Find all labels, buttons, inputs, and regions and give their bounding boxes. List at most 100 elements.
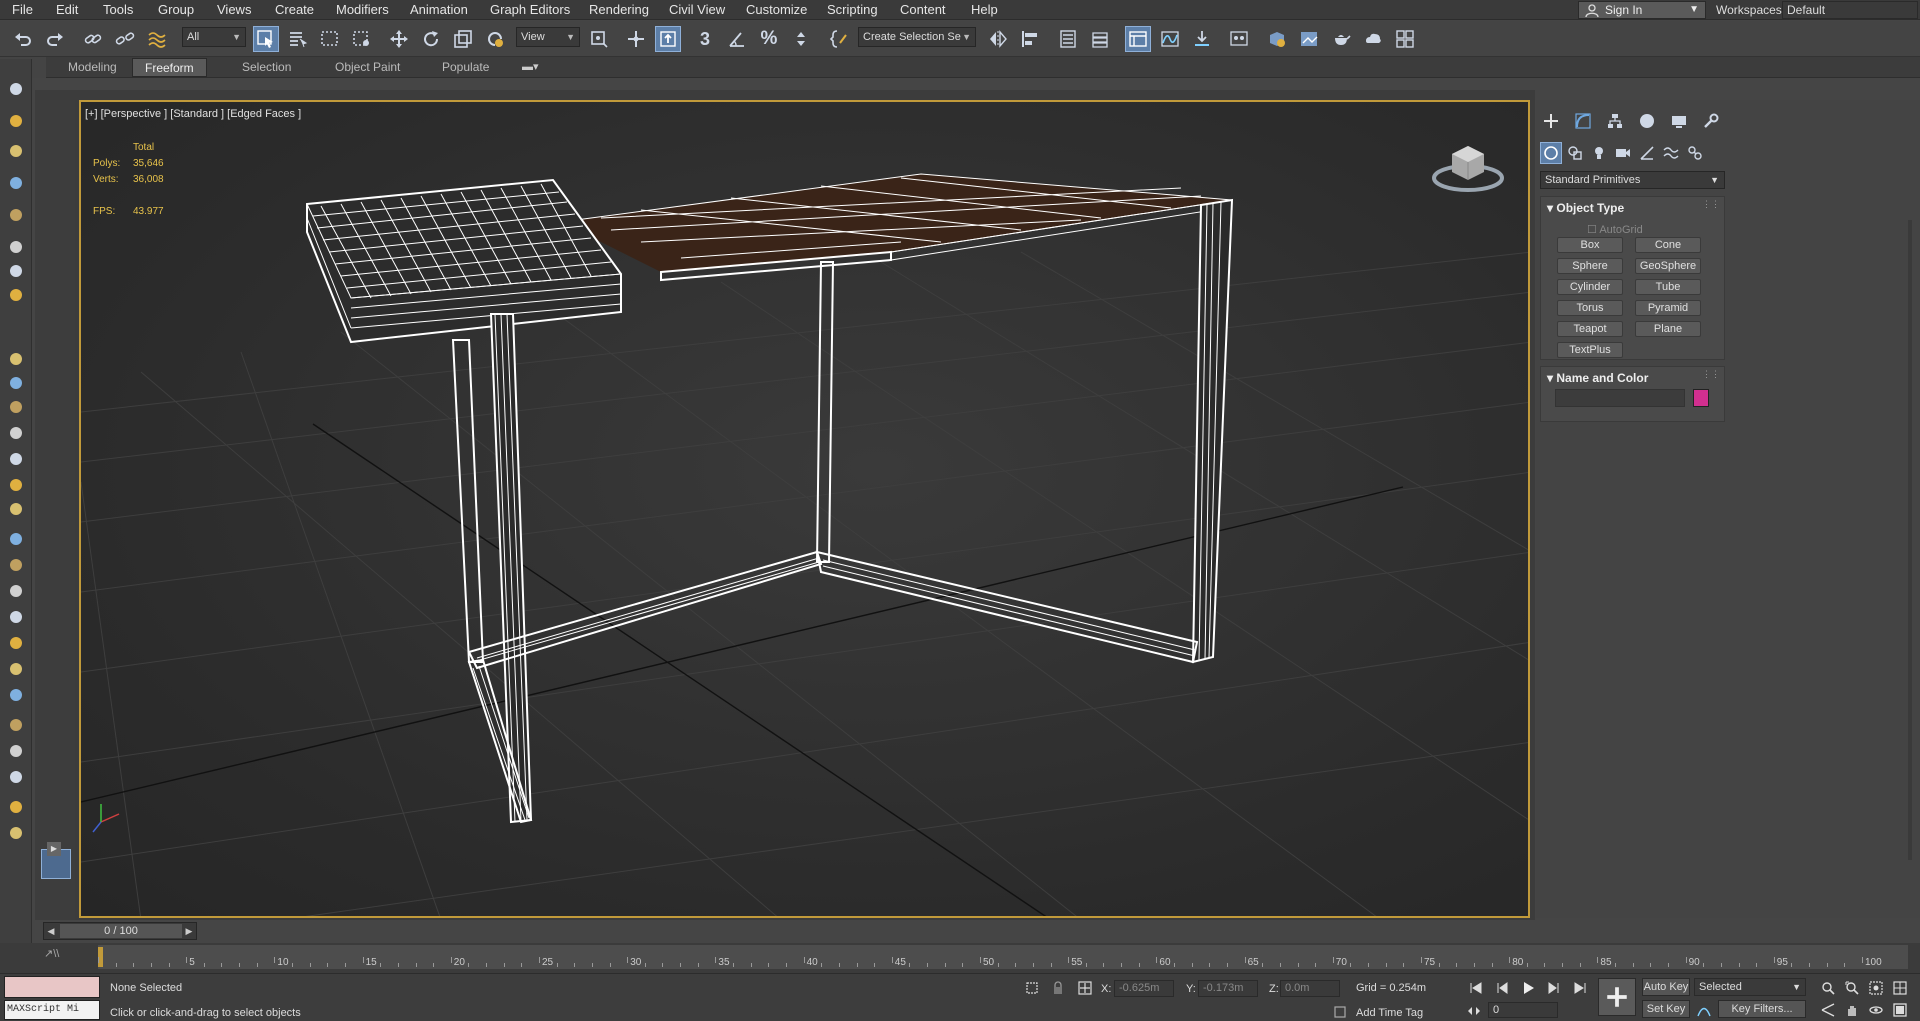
menu-content[interactable]: Content bbox=[900, 2, 946, 17]
tube-button[interactable]: Tube bbox=[1635, 279, 1701, 295]
bone-tool-button[interactable] bbox=[4, 683, 28, 707]
textplus-button[interactable]: TextPlus bbox=[1557, 342, 1623, 358]
keyboard-shortcut-override-button[interactable] bbox=[655, 26, 681, 52]
sphere-tool-button[interactable] bbox=[4, 497, 28, 521]
category-cameras[interactable] bbox=[1612, 142, 1634, 164]
next-frame-icon[interactable]: ▶ bbox=[182, 923, 196, 939]
default-in-out-tangents-button[interactable] bbox=[1692, 1000, 1716, 1020]
render-setup-button[interactable] bbox=[1264, 26, 1290, 52]
next-frame-button[interactable] bbox=[1542, 978, 1566, 998]
light-tool-button[interactable] bbox=[4, 203, 28, 227]
unlink-selection-button[interactable] bbox=[112, 26, 138, 52]
tab-motion[interactable] bbox=[1636, 110, 1658, 132]
tab-modify[interactable] bbox=[1572, 110, 1594, 132]
time-slider[interactable]: ◀ 0 / 100 ▶ bbox=[43, 922, 197, 940]
workspace-select[interactable]: Default bbox=[1782, 1, 1918, 19]
hair-tool-button[interactable] bbox=[4, 657, 28, 681]
auto-key-button[interactable]: Auto Key bbox=[1642, 978, 1690, 996]
spinner-snap-toggle-button[interactable] bbox=[788, 26, 814, 52]
maxscript-mini-listener[interactable]: MAXScript Mi bbox=[4, 1000, 100, 1020]
schematic-view-button[interactable] bbox=[1189, 26, 1215, 52]
select-and-move-button[interactable] bbox=[386, 26, 412, 52]
box-tool-button[interactable] bbox=[4, 347, 28, 371]
percent-snap-toggle-button[interactable]: % bbox=[756, 26, 782, 52]
category-helpers[interactable] bbox=[1636, 142, 1658, 164]
x-coordinate-field[interactable]: -0.625m bbox=[1114, 980, 1174, 997]
menu-edit[interactable]: Edit bbox=[56, 2, 78, 17]
tab-modeling[interactable]: Modeling bbox=[56, 58, 129, 77]
mini-curve-editor-icon[interactable]: ↗\\ bbox=[44, 947, 84, 967]
y-coordinate-field[interactable]: -0.173m bbox=[1198, 980, 1258, 997]
modifier-tool-button[interactable] bbox=[4, 259, 28, 283]
tab-utilities[interactable] bbox=[1700, 110, 1722, 132]
undo-button[interactable] bbox=[10, 26, 36, 52]
select-and-link-button[interactable] bbox=[80, 26, 106, 52]
rendered-frame-window-button[interactable] bbox=[1296, 26, 1322, 52]
hemisphere-tool-button[interactable] bbox=[4, 371, 28, 395]
torus-button[interactable]: Torus bbox=[1557, 300, 1623, 316]
bind-to-space-warp-button[interactable] bbox=[144, 26, 170, 52]
plant-tool-button[interactable] bbox=[4, 631, 28, 655]
tab-selection[interactable]: Selection bbox=[230, 58, 303, 77]
layer-tool-button[interactable] bbox=[4, 139, 28, 163]
media-tool-button[interactable] bbox=[4, 765, 28, 789]
snaps-toggle-button[interactable]: 3 bbox=[692, 26, 718, 52]
set-keys-button[interactable] bbox=[1598, 978, 1636, 1016]
toggle-layer-explorer-button[interactable] bbox=[1087, 26, 1113, 52]
help-tool-button[interactable] bbox=[4, 821, 28, 845]
tab-object-paint[interactable]: Object Paint bbox=[323, 58, 412, 77]
teapot-button[interactable]: Teapot bbox=[1557, 321, 1623, 337]
select-and-rotate-button[interactable] bbox=[418, 26, 444, 52]
menu-rendering[interactable]: Rendering bbox=[589, 2, 649, 17]
menu-civil-view[interactable]: Civil View bbox=[669, 2, 725, 17]
command-panel-scrollbar[interactable] bbox=[1908, 220, 1912, 860]
expand-layout-icon[interactable]: ▶ bbox=[47, 842, 61, 856]
pan-view-button[interactable] bbox=[1840, 1000, 1864, 1020]
category-shapes[interactable] bbox=[1564, 142, 1586, 164]
z-coordinate-field[interactable]: 0.0m bbox=[1280, 980, 1340, 997]
curve-editor-button[interactable] bbox=[1157, 26, 1183, 52]
current-frame-field[interactable]: 0 bbox=[1488, 1002, 1558, 1018]
render-production-button[interactable] bbox=[1328, 26, 1354, 52]
redo-button[interactable] bbox=[42, 26, 68, 52]
tab-populate[interactable]: Populate bbox=[430, 58, 501, 77]
helper-tool-button[interactable] bbox=[4, 579, 28, 603]
select-and-place-button[interactable] bbox=[482, 26, 508, 52]
zoom-all-button[interactable] bbox=[1840, 978, 1864, 998]
menu-help[interactable]: Help bbox=[971, 2, 998, 17]
primitive-category-select[interactable]: Standard Primitives ▼ bbox=[1540, 171, 1725, 189]
go-to-start-button[interactable] bbox=[1464, 978, 1488, 998]
menu-group[interactable]: Group bbox=[158, 2, 194, 17]
previous-frame-button[interactable] bbox=[1490, 978, 1514, 998]
autogrid-checkbox[interactable]: ☐ AutoGrid bbox=[1587, 223, 1643, 236]
rollout-grip-icon[interactable]: ⋮⋮ bbox=[1702, 199, 1720, 210]
geosphere-button[interactable]: GeoSphere bbox=[1635, 258, 1701, 274]
isolate-selection-button[interactable] bbox=[1020, 978, 1044, 998]
ribbon-options-icon[interactable]: ▬▾ bbox=[522, 60, 539, 73]
tab-freeform[interactable]: Freeform bbox=[132, 58, 207, 77]
previous-frame-icon[interactable]: ◀ bbox=[44, 923, 58, 939]
key-mode-toggle-button[interactable] bbox=[1462, 1001, 1486, 1021]
zoom-button[interactable] bbox=[1816, 978, 1840, 998]
sign-in-button[interactable]: Sign In ▼ bbox=[1578, 1, 1706, 19]
reference-coordinate-select[interactable]: View ▼ bbox=[516, 27, 580, 47]
pyramid-button[interactable]: Pyramid bbox=[1635, 300, 1701, 316]
camera-tool-button[interactable] bbox=[4, 235, 28, 259]
sphere-tool-button[interactable] bbox=[4, 395, 28, 419]
zoom-extents-button[interactable] bbox=[1864, 978, 1888, 998]
menu-modifiers[interactable]: Modifiers bbox=[336, 2, 389, 17]
time-tag-icon[interactable] bbox=[1328, 1002, 1352, 1021]
rollout-grip-icon[interactable]: ⋮⋮ bbox=[1702, 369, 1720, 380]
scene-tool-button[interactable] bbox=[4, 171, 28, 195]
molecule-tool-button[interactable] bbox=[4, 553, 28, 577]
edit-named-selection-sets-button[interactable] bbox=[826, 26, 852, 52]
set-key-button[interactable]: Set Key bbox=[1642, 1000, 1690, 1018]
object-name-field[interactable] bbox=[1555, 389, 1685, 407]
gear-tool-button[interactable] bbox=[4, 605, 28, 629]
maxscript-listener-output[interactable] bbox=[4, 976, 100, 998]
time-slider-frame[interactable]: 0 / 100 bbox=[60, 924, 182, 938]
teapot-tool-button[interactable] bbox=[4, 77, 28, 101]
select-and-manipulate-button[interactable] bbox=[623, 26, 649, 52]
use-pivot-center-button[interactable] bbox=[586, 26, 612, 52]
angle-snap-toggle-button[interactable] bbox=[724, 26, 750, 52]
